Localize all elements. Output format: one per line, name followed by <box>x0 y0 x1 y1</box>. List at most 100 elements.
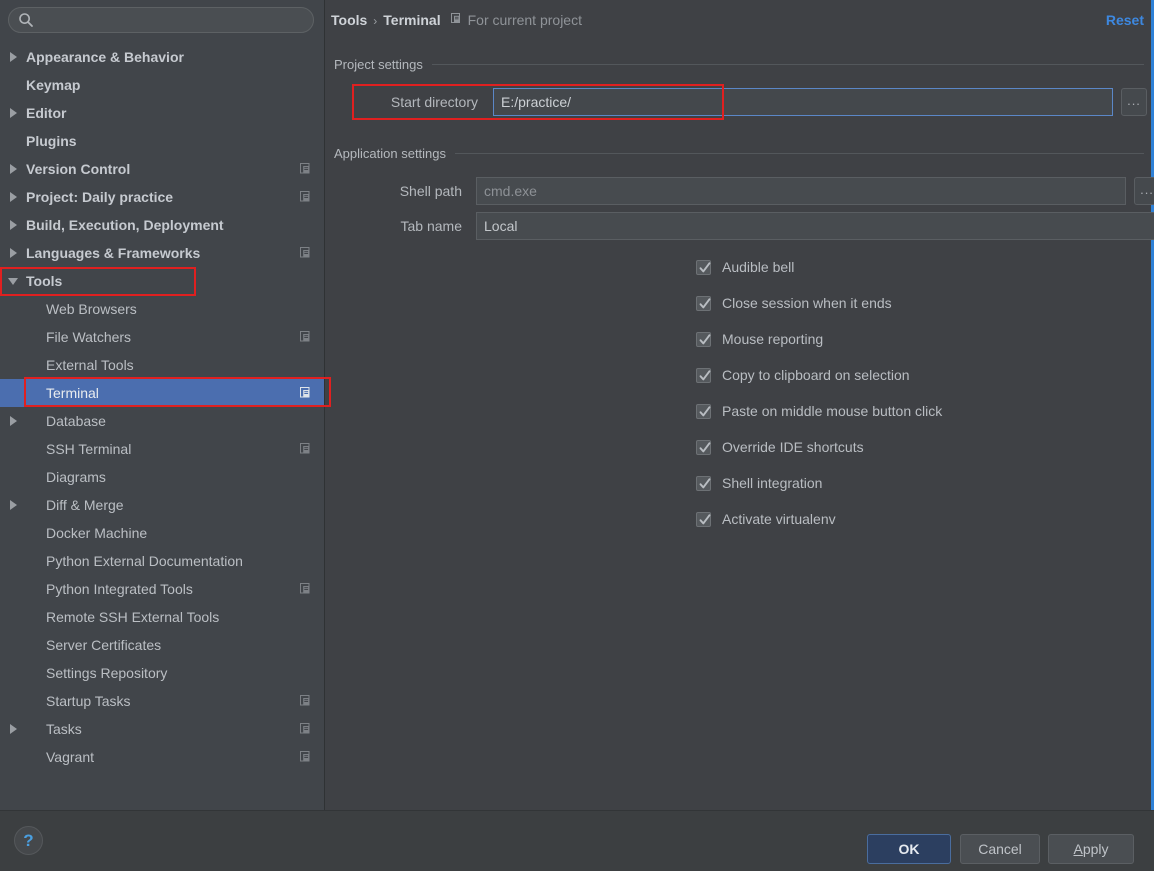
checkbox-label: Activate virtualenv <box>722 511 836 527</box>
sidebar-item-editor[interactable]: Editor <box>0 99 324 127</box>
checkbox-row-copy-to-clipboard-on-selection[interactable]: Copy to clipboard on selection <box>696 357 942 393</box>
chevron-right-icon[interactable] <box>0 724 26 734</box>
start-directory-browse-button[interactable]: ... <box>1121 88 1147 116</box>
chevron-right-icon[interactable] <box>0 416 26 426</box>
apply-mnemonic: A <box>1073 841 1083 857</box>
sidebar-item-label: Database <box>46 413 106 429</box>
checkbox-checked-icon[interactable] <box>696 367 711 383</box>
checkbox-row-override-ide-shortcuts[interactable]: Override IDE shortcuts <box>696 429 942 465</box>
sidebar-item-languages-frameworks[interactable]: Languages & Frameworks <box>0 239 324 267</box>
project-scope-icon <box>300 751 313 764</box>
checkbox-checked-icon[interactable] <box>696 439 711 455</box>
sidebar-item-ssh-terminal[interactable]: SSH Terminal <box>0 435 324 463</box>
checkbox-row-paste-on-middle-mouse-button-click[interactable]: Paste on middle mouse button click <box>696 393 942 429</box>
sidebar-item-tools[interactable]: Tools <box>0 267 324 295</box>
sidebar-item-docker-machine[interactable]: Docker Machine <box>0 519 324 547</box>
sidebar-item-tasks[interactable]: Tasks <box>0 715 324 743</box>
project-scope-icon <box>300 331 313 344</box>
chevron-right-icon[interactable] <box>0 500 26 510</box>
shell-path-browse-button[interactable]: ... <box>1134 177 1154 205</box>
sidebar-item-diff-merge[interactable]: Diff & Merge <box>0 491 324 519</box>
sidebar-item-settings-repository[interactable]: Settings Repository <box>0 659 324 687</box>
sidebar-item-python-integrated-tools[interactable]: Python Integrated Tools <box>0 575 324 603</box>
project-settings-title: Project settings <box>334 57 423 72</box>
sidebar-item-build-execution-deployment[interactable]: Build, Execution, Deployment <box>0 211 324 239</box>
checkbox-checked-icon[interactable] <box>696 295 711 311</box>
sidebar-item-plugins[interactable]: Plugins <box>0 127 324 155</box>
sidebar-item-label: Diff & Merge <box>46 497 124 513</box>
checkbox-checked-icon[interactable] <box>696 331 711 347</box>
sidebar-item-terminal[interactable]: Terminal <box>0 379 324 407</box>
sidebar-item-startup-tasks[interactable]: Startup Tasks <box>0 687 324 715</box>
search-box[interactable] <box>8 7 314 33</box>
tab-name-input[interactable] <box>476 212 1154 240</box>
breadcrumb-parent[interactable]: Tools <box>331 12 367 28</box>
apply-label-rest: pply <box>1082 841 1109 857</box>
sidebar-item-label: Editor <box>26 105 67 121</box>
sidebar-item-label: Python External Documentation <box>46 553 243 569</box>
sidebar-item-label: Startup Tasks <box>46 693 131 709</box>
checkbox-checked-icon[interactable] <box>696 511 711 527</box>
sidebar-item-project-daily-practice[interactable]: Project: Daily practice <box>0 183 324 211</box>
scope-note: For current project <box>450 12 582 28</box>
checkbox-label: Close session when it ends <box>722 295 892 311</box>
chevron-down-icon[interactable] <box>0 277 26 285</box>
apply-button[interactable]: Apply <box>1048 834 1134 864</box>
help-icon[interactable]: ? <box>14 826 43 855</box>
project-scope-icon <box>300 191 313 204</box>
checkbox-checked-icon[interactable] <box>696 403 711 419</box>
group-divider <box>455 153 1144 154</box>
sidebar-item-label: Docker Machine <box>46 525 148 541</box>
sidebar-item-label: Terminal <box>46 385 99 401</box>
sidebar-item-appearance-behavior[interactable]: Appearance & Behavior <box>0 43 324 71</box>
sidebar-item-python-external-documentation[interactable]: Python External Documentation <box>0 547 324 575</box>
project-scope-icon <box>450 12 463 28</box>
chevron-right-icon[interactable] <box>0 192 26 202</box>
chevron-right-icon[interactable] <box>0 52 26 62</box>
sidebar-item-external-tools[interactable]: External Tools <box>0 351 324 379</box>
sidebar-item-label: Plugins <box>26 133 77 149</box>
project-scope-icon <box>300 695 313 708</box>
reset-link[interactable]: Reset <box>1106 12 1144 28</box>
settings-main-panel: Tools › Terminal For current project Res… <box>326 0 1154 810</box>
sidebar-item-diagrams[interactable]: Diagrams <box>0 463 324 491</box>
checkbox-row-close-session-when-it-ends[interactable]: Close session when it ends <box>696 285 942 321</box>
sidebar-item-label: Web Browsers <box>46 301 137 317</box>
sidebar-item-label: Diagrams <box>46 469 106 485</box>
checkbox-checked-icon[interactable] <box>696 475 711 491</box>
sidebar-item-remote-ssh-external-tools[interactable]: Remote SSH External Tools <box>0 603 324 631</box>
search-icon <box>18 12 34 28</box>
chevron-right-icon[interactable] <box>0 108 26 118</box>
sidebar-item-file-watchers[interactable]: File Watchers <box>0 323 324 351</box>
checkbox-checked-icon[interactable] <box>696 259 711 275</box>
sidebar-item-server-certificates[interactable]: Server Certificates <box>0 631 324 659</box>
checkbox-row-activate-virtualenv[interactable]: Activate virtualenv <box>696 501 942 537</box>
project-scope-icon <box>300 583 313 596</box>
checkbox-row-mouse-reporting[interactable]: Mouse reporting <box>696 321 942 357</box>
chevron-right-icon[interactable] <box>0 220 26 230</box>
sidebar-item-keymap[interactable]: Keymap <box>0 71 324 99</box>
shell-path-input[interactable] <box>476 177 1126 205</box>
project-scope-icon <box>300 443 313 456</box>
sidebar-item-version-control[interactable]: Version Control <box>0 155 324 183</box>
sidebar-item-label: Build, Execution, Deployment <box>26 217 224 233</box>
sidebar-item-label: Settings Repository <box>46 665 168 681</box>
search-input[interactable] <box>34 9 313 31</box>
terminal-options-list: Audible bell Close session when it ends Mo… <box>696 249 942 537</box>
chevron-right-icon[interactable] <box>0 164 26 174</box>
shell-path-label: Shell path <box>399 183 462 199</box>
sidebar-item-label: File Watchers <box>46 329 132 345</box>
settings-tree[interactable]: Appearance & Behavior Keymap Editor Plugins… <box>0 43 324 810</box>
group-divider <box>431 64 1144 65</box>
cancel-button[interactable]: Cancel <box>960 834 1040 864</box>
checkbox-row-shell-integration[interactable]: Shell integration <box>696 465 942 501</box>
project-scope-icon <box>300 387 313 400</box>
checkbox-row-audible-bell[interactable]: Audible bell <box>696 249 942 285</box>
sidebar-item-database[interactable]: Database <box>0 407 324 435</box>
checkbox-label: Paste on middle mouse button click <box>722 403 943 419</box>
start-directory-input[interactable] <box>493 88 1113 116</box>
chevron-right-icon[interactable] <box>0 248 26 258</box>
sidebar-item-web-browsers[interactable]: Web Browsers <box>0 295 324 323</box>
sidebar-item-vagrant[interactable]: Vagrant <box>0 743 324 771</box>
ok-button[interactable]: OK <box>867 834 951 864</box>
